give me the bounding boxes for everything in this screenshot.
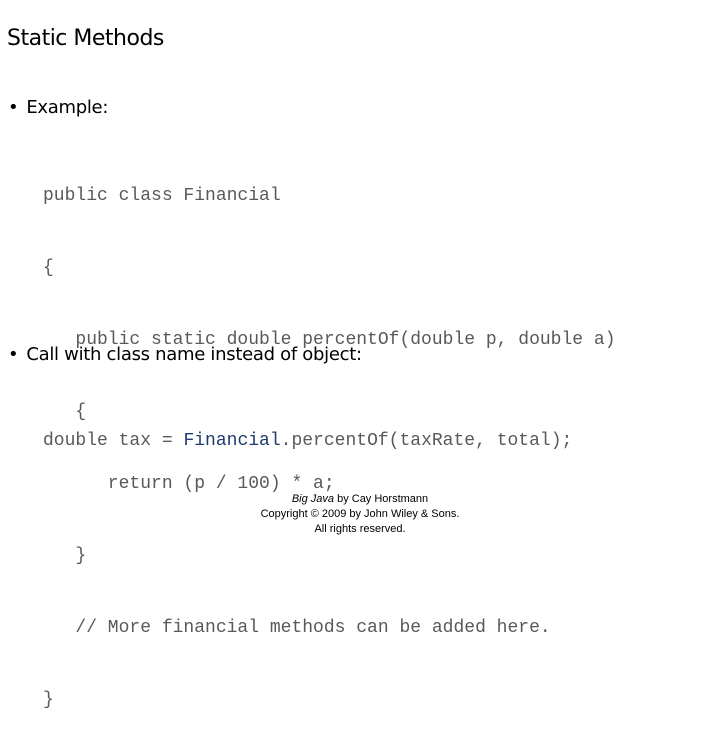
code-line: { [43,258,54,278]
bullet-example: • Example: [8,97,108,118]
code-segment: double tax = [43,431,184,451]
bullet-text: Example: [26,97,109,118]
footer-line-copyright: Copyright © 2009 by John Wiley & Sons. [260,508,460,520]
book-title: Big Java [291,493,335,505]
code-line: } [43,690,54,710]
bullet-text: Call with class name instead of object: [26,344,362,365]
bullet-icon: • [8,97,19,118]
slide-title: Static Methods [7,26,164,51]
code-line: } [43,546,87,566]
code-segment: .percentOf(taxRate, total); [280,431,573,451]
code-line: double tax = Financial.percentOf(taxRate… [43,429,572,453]
code-line: public class Financial [43,186,281,206]
footer-line-book: Big Java by Cay Horstmann [0,492,720,507]
copyright-footer: Big Java by Cay Horstmann Copyright © 20… [0,492,720,537]
class-name-highlight: Financial [183,431,281,451]
bullet-call-with-class: • Call with class name instead of object: [8,344,362,365]
footer-line-rights: All rights reserved. [314,523,406,535]
code-block-call: double tax = Financial.percentOf(taxRate… [43,381,572,477]
bullet-icon: • [8,344,19,365]
code-line: // More financial methods can be added h… [43,618,551,638]
book-author: by Cay Horstmann [334,493,429,505]
